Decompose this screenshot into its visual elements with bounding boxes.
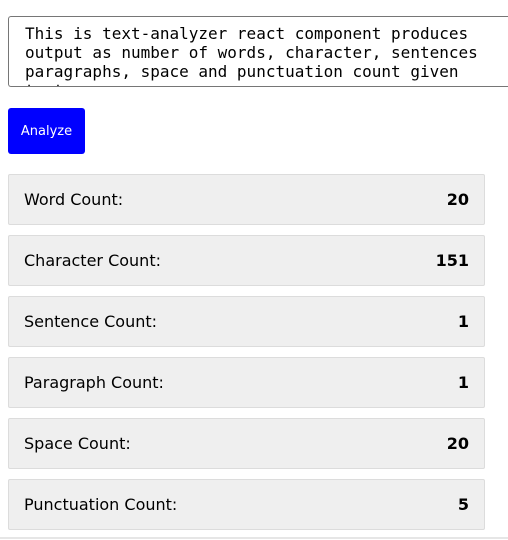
space-count-row: Space Count: 20 bbox=[8, 418, 485, 469]
character-count-value: 151 bbox=[435, 251, 469, 270]
paragraph-count-label: Paragraph Count: bbox=[24, 373, 164, 392]
word-count-label: Word Count: bbox=[24, 190, 124, 209]
space-count-label: Space Count: bbox=[24, 434, 131, 453]
word-count-value: 20 bbox=[446, 190, 469, 209]
paragraph-count-row: Paragraph Count: 1 bbox=[8, 357, 485, 408]
sentence-count-label: Sentence Count: bbox=[24, 312, 158, 331]
space-count-value: 20 bbox=[446, 434, 469, 453]
text-input[interactable] bbox=[8, 16, 508, 87]
analyze-button[interactable]: Analyze bbox=[8, 108, 85, 154]
punctuation-count-label: Punctuation Count: bbox=[24, 495, 178, 514]
results-list: Word Count: 20 Character Count: 151 Sent… bbox=[8, 174, 485, 540]
sentence-count-value: 1 bbox=[457, 312, 469, 331]
character-count-label: Character Count: bbox=[24, 251, 161, 270]
word-count-row: Word Count: 20 bbox=[8, 174, 485, 225]
punctuation-count-row: Punctuation Count: 5 bbox=[8, 479, 485, 530]
character-count-row: Character Count: 151 bbox=[8, 235, 485, 286]
punctuation-count-value: 5 bbox=[457, 495, 469, 514]
sentence-count-row: Sentence Count: 1 bbox=[8, 296, 485, 347]
paragraph-count-value: 1 bbox=[457, 373, 469, 392]
